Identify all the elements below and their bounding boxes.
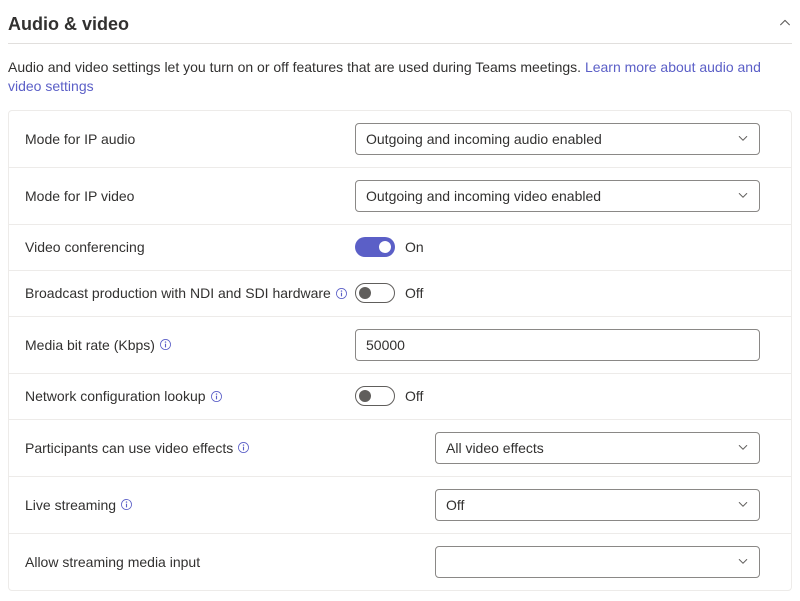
info-icon[interactable] xyxy=(120,498,133,511)
streaming-input-row: Allow streaming media input xyxy=(9,534,791,590)
media-bitrate-row: Media bit rate (Kbps) xyxy=(9,317,791,374)
mode-ip-video-value: Outgoing and incoming video enabled xyxy=(366,188,601,204)
live-streaming-label: Live streaming xyxy=(25,496,116,514)
intro-body: Audio and video settings let you turn on… xyxy=(8,59,585,75)
info-icon[interactable] xyxy=(335,287,348,300)
streaming-input-select[interactable] xyxy=(435,546,760,578)
live-streaming-select[interactable]: Off xyxy=(435,489,760,521)
network-lookup-label: Network configuration lookup xyxy=(25,387,206,405)
toggle-state-label: Off xyxy=(405,388,423,404)
video-conferencing-toggle[interactable] xyxy=(355,237,395,257)
mode-ip-video-row: Mode for IP video Outgoing and incoming … xyxy=(9,168,791,225)
media-bitrate-input[interactable] xyxy=(355,329,760,361)
toggle-state-label: Off xyxy=(405,285,423,301)
live-streaming-value: Off xyxy=(446,497,464,513)
video-effects-value: All video effects xyxy=(446,440,544,456)
streaming-input-label: Allow streaming media input xyxy=(25,553,435,571)
network-lookup-toggle[interactable] xyxy=(355,386,395,406)
ndi-row: Broadcast production with NDI and SDI ha… xyxy=(9,271,791,317)
intro-text: Audio and video settings let you turn on… xyxy=(8,58,792,96)
mode-ip-video-label: Mode for IP video xyxy=(25,187,355,205)
media-bitrate-label: Media bit rate (Kbps) xyxy=(25,336,155,354)
info-icon[interactable] xyxy=(210,390,223,403)
section-header[interactable]: Audio & video xyxy=(8,10,792,44)
mode-ip-audio-label: Mode for IP audio xyxy=(25,130,355,148)
live-streaming-row: Live streaming Off xyxy=(9,477,791,534)
mode-ip-video-select[interactable]: Outgoing and incoming video enabled xyxy=(355,180,760,212)
network-lookup-row: Network configuration lookup Off xyxy=(9,374,791,420)
chevron-down-icon xyxy=(737,131,749,147)
chevron-down-icon xyxy=(737,497,749,513)
ndi-label: Broadcast production with NDI and SDI ha… xyxy=(25,284,331,302)
section-title: Audio & video xyxy=(8,14,129,35)
ndi-toggle[interactable] xyxy=(355,283,395,303)
info-icon[interactable] xyxy=(159,338,172,351)
video-conferencing-row: Video conferencing On xyxy=(9,225,791,271)
video-effects-select[interactable]: All video effects xyxy=(435,432,760,464)
mode-ip-audio-select[interactable]: Outgoing and incoming audio enabled xyxy=(355,123,760,155)
mode-ip-audio-row: Mode for IP audio Outgoing and incoming … xyxy=(9,111,791,168)
toggle-state-label: On xyxy=(405,239,424,255)
chevron-down-icon xyxy=(737,554,749,570)
chevron-up-icon xyxy=(778,16,792,33)
info-icon[interactable] xyxy=(237,441,250,454)
video-effects-label: Participants can use video effects xyxy=(25,439,233,457)
settings-panel: Mode for IP audio Outgoing and incoming … xyxy=(8,110,792,591)
video-conferencing-label: Video conferencing xyxy=(25,238,355,256)
video-effects-row: Participants can use video effects All v… xyxy=(9,420,791,477)
mode-ip-audio-value: Outgoing and incoming audio enabled xyxy=(366,131,602,147)
chevron-down-icon xyxy=(737,440,749,456)
chevron-down-icon xyxy=(737,188,749,204)
